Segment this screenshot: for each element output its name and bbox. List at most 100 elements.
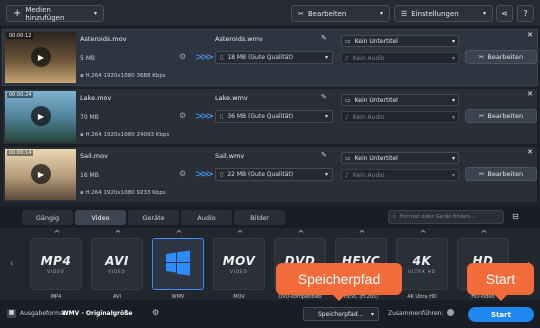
format-mov[interactable]: ^ MOV VIDEO <box>213 229 265 290</box>
output-file-name[interactable]: Lake.wmv <box>215 94 248 102</box>
format-tabs: Gängig Video Geräte Audio Bilder <box>22 210 285 225</box>
subtitle-value: Kein Untertitel <box>354 96 398 104</box>
chevron-down-icon: ▾ <box>451 54 455 62</box>
output-size-select[interactable]: ▯ 22 MB (Gute Qualität) ▾ <box>215 168 333 181</box>
audio-select[interactable]: ♪ Kein Audio ▾ <box>341 111 459 123</box>
gear-icon[interactable]: ⚙ <box>179 169 188 178</box>
convert-arrow-icon: >>> <box>195 52 214 63</box>
format-mp4[interactable]: ^ MP4 VIDEO <box>30 229 82 290</box>
chevron-up-icon[interactable]: ^ <box>214 229 266 238</box>
file-info-icon: ▪ <box>80 132 84 138</box>
file-row[interactable]: 00:00:12 ▶ Asteroids.mov 5 MB ▪ H.264 19… <box>2 29 538 86</box>
edit-file-label: Bearbeiten <box>487 112 524 120</box>
output-format-icon: ▦ <box>7 309 16 318</box>
remove-file-close-icon[interactable]: ✕ <box>527 148 533 156</box>
chevron-up-icon[interactable]: ^ <box>275 229 327 238</box>
video-thumbnail[interactable]: 00:00:24 ▶ <box>5 91 76 142</box>
start-button[interactable]: Start <box>468 307 534 322</box>
output-format-label: Ausgabeformat: <box>20 310 69 317</box>
subtitle-select[interactable]: ▭ Kein Untertitel ▾ <box>341 94 459 106</box>
audio-select[interactable]: ♪ Kein Audio ▾ <box>341 52 459 64</box>
audio-icon: ♪ <box>345 171 349 179</box>
chevron-up-icon[interactable]: ^ <box>336 229 388 238</box>
subtitle-value: Kein Untertitel <box>354 154 398 162</box>
gear-icon[interactable]: ⚙ <box>179 111 188 120</box>
convert-arrow-icon: >>> <box>195 111 214 122</box>
format-search-input[interactable]: ⌕ Format oder Gerät finden... <box>388 210 504 224</box>
audio-icon: ♪ <box>345 113 349 121</box>
chevron-up-icon[interactable]: ^ <box>92 229 144 238</box>
chevron-up-icon[interactable]: ^ <box>31 229 83 238</box>
duration-label: 00:00:14 <box>7 150 34 156</box>
tab-video[interactable]: Video <box>75 210 126 225</box>
chevron-up-icon[interactable]: ^ <box>153 229 205 238</box>
add-media-button[interactable]: + Medien hinzufügen ▾ <box>6 5 104 22</box>
format-4k-ultra-hd[interactable]: ^ 4K ULTRA HD <box>396 229 448 290</box>
play-button[interactable]: ▶ <box>31 164 51 184</box>
output-size-select[interactable]: ▯ 18 MB (Gute Qualität) ▾ <box>215 51 333 64</box>
edit-menu-button[interactable]: ✂ Bearbeiten ▾ <box>291 5 390 22</box>
tab-bilder[interactable]: Bilder <box>234 210 285 225</box>
scissors-icon: ✂ <box>298 9 304 18</box>
gear-icon[interactable]: ⚙ <box>179 52 188 61</box>
output-size-select[interactable]: ▯ 36 MB (Gute Qualität) ▾ <box>215 110 333 123</box>
format-avi[interactable]: ^ AVI VIDEO <box>91 229 143 290</box>
chevron-down-icon: ▾ <box>451 171 455 179</box>
output-size-value: 18 MB (Gute Qualität) <box>227 54 294 61</box>
format-search-placeholder: Format oder Gerät finden... <box>400 214 476 220</box>
chevron-down-icon: ▾ <box>379 10 383 17</box>
search-icon: ⌕ <box>393 213 397 220</box>
format-icon-subtext: VIDEO <box>47 269 65 274</box>
subtitle-select[interactable]: ▭ Kein Untertitel ▾ <box>341 152 459 164</box>
edit-file-button[interactable]: ✂ Bearbeiten <box>465 167 537 181</box>
plus-icon: + <box>13 7 22 19</box>
chevron-up-icon[interactable]: ^ <box>397 229 449 238</box>
format-wmv[interactable]: ^ <box>152 229 204 290</box>
output-file-name[interactable]: Sail.wmv <box>215 152 244 160</box>
subtitle-icon: ▭ <box>345 154 351 162</box>
rename-pen-icon[interactable]: ✎ <box>321 34 327 42</box>
edit-file-button[interactable]: ✂ Bearbeiten <box>465 50 537 64</box>
source-file-info-text: H.264 1920x1080 24093 Kbps <box>85 132 170 138</box>
source-file-size: 5 MB <box>80 55 96 62</box>
merge-toggle[interactable] <box>447 309 454 316</box>
remove-file-close-icon[interactable]: ✕ <box>527 31 533 39</box>
format-icon-text: 4K <box>412 254 432 268</box>
file-row[interactable]: 00:00:24 ▶ Lake.mov 70 MB ▪ H.264 1920x1… <box>2 88 538 145</box>
rename-pen-icon[interactable]: ✎ <box>321 151 327 159</box>
share-icon: ⋖ <box>501 9 508 18</box>
output-file-name[interactable]: Asteroids.wmv <box>215 35 263 43</box>
file-row[interactable]: 00:00:14 ▶ Sail.mov 16 MB ▪ H.264 1920x1… <box>2 146 538 203</box>
settings-menu-button[interactable]: ☰ Einstellungen ▾ <box>394 5 493 22</box>
output-format-gear-icon[interactable]: ⚙ <box>152 308 159 317</box>
file-info-icon: ▪ <box>80 73 84 79</box>
main-toolbar: + Medien hinzufügen ▾ ✂ Bearbeiten ▾ ☰ E… <box>0 0 540 27</box>
tab-audio[interactable]: Audio <box>181 210 232 225</box>
play-button[interactable]: ▶ <box>31 106 51 126</box>
share-button[interactable]: ⋖ <box>496 5 513 22</box>
audio-select[interactable]: ♪ Kein Audio ▾ <box>341 169 459 181</box>
duration-label: 00:00:12 <box>7 33 34 39</box>
format-icon-subtext: ULTRA HD <box>408 269 436 274</box>
chevron-up-icon[interactable]: ^ <box>458 229 510 238</box>
tab-g-ngig[interactable]: Gängig <box>22 210 73 225</box>
play-button[interactable]: ▶ <box>31 47 51 67</box>
video-thumbnail[interactable]: 00:00:14 ▶ <box>5 149 76 200</box>
panel-menu-icon[interactable]: ⊟ <box>512 212 519 221</box>
edit-file-button[interactable]: ✂ Bearbeiten <box>465 109 537 123</box>
help-button[interactable]: ? <box>517 5 534 22</box>
output-format-value[interactable]: WMV - Originalgröße <box>62 310 133 317</box>
save-path-select[interactable]: Speicherpfad... ▾ <box>303 307 379 321</box>
tab-ger-te[interactable]: Geräte <box>128 210 179 225</box>
subtitle-icon: ▭ <box>345 37 351 45</box>
subtitle-icon: ▭ <box>345 96 351 104</box>
start-callout-text: Start <box>485 271 516 287</box>
video-thumbnail[interactable]: 00:00:12 ▶ <box>5 32 76 83</box>
chevron-left-icon[interactable]: ‹ <box>10 259 14 269</box>
rename-pen-icon[interactable]: ✎ <box>321 93 327 101</box>
subtitle-select[interactable]: ▭ Kein Untertitel ▾ <box>341 35 459 47</box>
format-icon-subtext: VIDEO <box>108 269 126 274</box>
convert-arrow-icon: >>> <box>195 169 214 180</box>
start-button-label: Start <box>491 310 511 319</box>
remove-file-close-icon[interactable]: ✕ <box>527 90 533 98</box>
